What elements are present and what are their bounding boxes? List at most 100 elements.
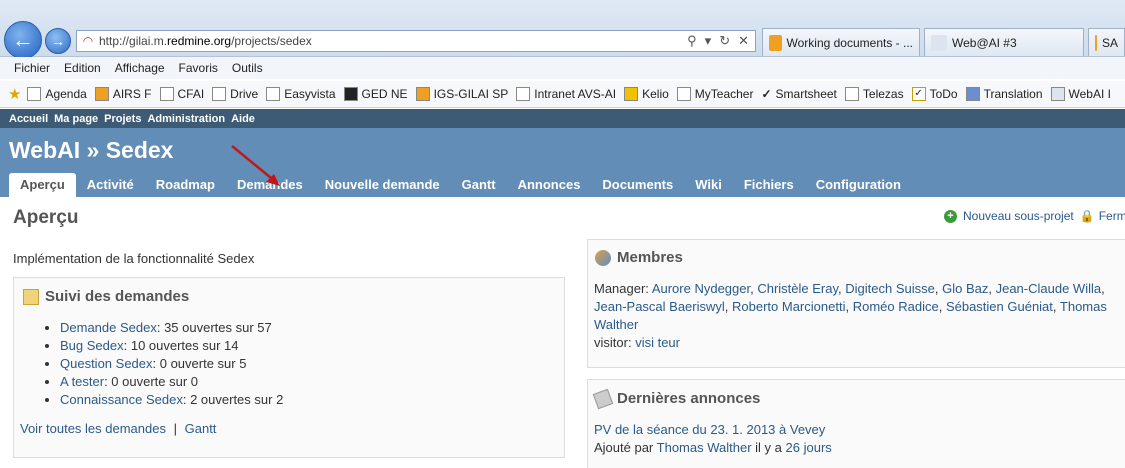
news-meta: Ajouté par Thomas Walther il y a 26 jour… <box>594 440 832 455</box>
menu-fichier[interactable]: Fichier <box>14 61 50 75</box>
menu-edition[interactable]: Edition <box>64 61 101 75</box>
member-link[interactable]: Glo Baz <box>942 281 988 296</box>
page-icon <box>844 87 859 101</box>
member-link[interactable]: Roméo Radice <box>853 299 939 314</box>
page-icon <box>624 87 639 101</box>
tab-apercu[interactable]: Aperçu <box>9 173 76 197</box>
tab-configuration[interactable]: Configuration <box>805 173 912 197</box>
favorite-drive[interactable]: Drive <box>212 87 258 101</box>
news-heading: Dernières annonces <box>592 388 760 409</box>
favorite-translation[interactable]: Translation <box>965 87 1043 101</box>
member-link[interactable]: Digitech Suisse <box>845 281 935 296</box>
menu-affichage[interactable]: Affichage <box>115 61 165 75</box>
tracker-link[interactable]: Demande Sedex <box>60 320 157 335</box>
members-icon <box>595 249 611 266</box>
stop-icon[interactable]: ✕ <box>738 33 749 49</box>
forward-button[interactable]: → <box>45 28 71 54</box>
tracker-list: Demande Sedex: 35 ouvertes sur 57 Bug Se… <box>60 319 283 409</box>
top-menu-administration[interactable]: Administration <box>147 113 225 125</box>
close-project-link[interactable]: Ferm <box>1099 209 1125 223</box>
favorite-todo[interactable]: ✓ ToDo <box>911 87 958 101</box>
browser-tab[interactable]: Working documents - ... <box>762 28 920 56</box>
favorite-airs-f[interactable]: AIRS F <box>94 87 152 101</box>
lock-icon: 🔒 <box>1079 209 1095 223</box>
tab-favicon-icon <box>769 34 782 51</box>
browser-tab[interactable]: Web@AI #3 <box>924 28 1084 56</box>
news-box: Dernières annonces PV de la séance du 23… <box>587 379 1125 468</box>
tab-wiki[interactable]: Wiki <box>684 173 733 197</box>
members-heading: Membres <box>595 249 683 266</box>
page-icon <box>676 87 691 101</box>
refresh-icon[interactable]: ↻ <box>719 33 730 49</box>
tab-nouvelle-demande[interactable]: Nouvelle demande <box>314 173 451 197</box>
page-icon <box>516 87 531 101</box>
tab-documents[interactable]: Documents <box>591 173 684 197</box>
favorite-webai[interactable]: WebAI I <box>1050 87 1111 101</box>
list-item: Connaissance Sedex: 2 ouvertes sur 2 <box>60 391 283 409</box>
tracker-link[interactable]: A tester <box>60 374 104 389</box>
favorite-kelio[interactable]: Kelio <box>624 87 669 101</box>
issues-footer-links: Voir toutes les demandes | Gantt <box>20 421 217 436</box>
favorite-intranet-avs-ai[interactable]: Intranet AVS-AI <box>516 87 616 101</box>
news-title-link[interactable]: PV de la séance du 23. 1. 2013 à Vevey <box>594 422 825 437</box>
page-icon <box>212 87 227 101</box>
browser-tab[interactable]: SA <box>1088 28 1125 56</box>
view-all-issues-link[interactable]: Voir toutes les demandes <box>20 421 166 436</box>
tab-favicon-icon <box>1095 34 1097 51</box>
url-text[interactable]: http://gilai.m.redmine.org/projects/sede… <box>99 34 687 48</box>
tab-fichiers[interactable]: Fichiers <box>733 173 805 197</box>
top-menu-ma-page[interactable]: Ma page <box>54 113 98 125</box>
favorite-cfai[interactable]: CFAI <box>159 87 204 101</box>
issues-box: Suivi des demandes Demande Sedex: 35 ouv… <box>13 277 565 458</box>
favorite-igs-gilai-sp[interactable]: IGS-GILAI SP <box>415 87 508 101</box>
top-menu-aide[interactable]: Aide <box>231 113 255 125</box>
gantt-link[interactable]: Gantt <box>185 421 217 436</box>
favorite-agenda[interactable]: Agenda <box>27 87 87 101</box>
tab-roadmap[interactable]: Roadmap <box>145 173 226 197</box>
news-ago-link[interactable]: 26 jours <box>786 440 832 455</box>
list-item: Demande Sedex: 35 ouvertes sur 57 <box>60 319 283 337</box>
favorite-ged-ne[interactable]: GED NE <box>343 87 408 101</box>
member-link[interactable]: Aurore Nydegger <box>652 281 750 296</box>
tab-annonces[interactable]: Annonces <box>507 173 592 197</box>
page-icon <box>266 87 281 101</box>
favorite-easyvista[interactable]: Easyvista <box>266 87 336 101</box>
favorites-star-icon[interactable]: ★ <box>8 85 21 103</box>
tab-gantt[interactable]: Gantt <box>451 173 507 197</box>
page-icon <box>94 87 109 101</box>
issues-heading: Suivi des demandes <box>23 288 189 305</box>
member-link[interactable]: Roberto Marcionetti <box>732 299 845 314</box>
forward-arrow-icon: → <box>51 33 65 49</box>
member-link[interactable]: Sébastien Guéniat <box>946 299 1053 314</box>
member-link[interactable]: Jean-Pascal Baeriswyl <box>594 299 725 314</box>
page-icon <box>415 87 430 101</box>
browser-menubar: Fichier Edition Affichage Favoris Outils <box>0 57 1125 79</box>
favorite-myteacher[interactable]: MyTeacher <box>676 87 753 101</box>
new-subproject-link[interactable]: Nouveau sous-projet <box>963 209 1074 223</box>
member-link[interactable]: visi teur <box>635 335 680 350</box>
top-menu: Accueil Ma page Projets Administration A… <box>0 109 1125 128</box>
news-author-link[interactable]: Thomas Walther <box>657 440 752 455</box>
address-bar[interactable]: ◠ http://gilai.m.redmine.org/projects/se… <box>76 30 756 52</box>
project-header: WebAI » Sedex Aperçu Activité Roadmap De… <box>0 128 1125 197</box>
member-link[interactable]: Christèle Eray <box>757 281 838 296</box>
tab-activite[interactable]: Activité <box>76 173 145 197</box>
tracker-link[interactable]: Question Sedex <box>60 356 153 371</box>
member-link[interactable]: Jean-Claude Willa <box>996 281 1102 296</box>
page-icon <box>159 87 174 101</box>
back-arrow-icon: ← <box>12 27 34 52</box>
tracker-link[interactable]: Connaissance Sedex <box>60 392 183 407</box>
page-icon <box>965 87 980 101</box>
top-menu-accueil[interactable]: Accueil <box>9 113 48 125</box>
content: Aperçu + Nouveau sous-projet 🔒 Ferm Impl… <box>0 197 1125 468</box>
menu-favoris[interactable]: Favoris <box>179 61 218 75</box>
tracker-link[interactable]: Bug Sedex <box>60 338 124 353</box>
search-icon[interactable]: ⚲ <box>687 33 697 49</box>
dropdown-icon[interactable]: ▾ <box>705 33 712 49</box>
favorite-telezas[interactable]: Telezas <box>844 87 904 101</box>
favorites-bar: ★ Agenda AIRS F CFAI Drive Easyvista GED… <box>0 81 1125 108</box>
top-menu-projets[interactable]: Projets <box>104 113 141 125</box>
favorite-smartsheet[interactable]: ✓ Smartsheet <box>761 87 836 101</box>
menu-outils[interactable]: Outils <box>232 61 263 75</box>
back-button[interactable]: ← <box>4 21 42 59</box>
